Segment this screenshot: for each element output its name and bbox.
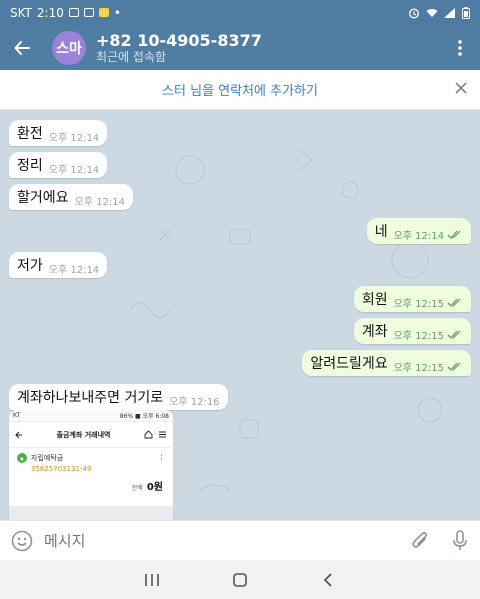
chat-header: 스마 +82 10-4905-8377 최근에 접속함: [0, 25, 480, 70]
message-time: 오후 12:15: [393, 330, 444, 342]
message-bubble-incoming[interactable]: 정리 오후 12:14: [9, 152, 108, 178]
double-check-icon: [447, 330, 461, 339]
message-text: 정리: [17, 158, 43, 174]
message-bubble-outgoing[interactable]: 알려드릴게요 오후 12:15: [302, 350, 471, 376]
chat-title-block[interactable]: +82 10-4905-8377 최근에 접속함: [96, 31, 262, 65]
system-navigation-bar: [0, 560, 480, 599]
message-bubble-incoming[interactable]: 환전 오후 12:14: [9, 120, 108, 146]
chat-title: +82 10-4905-8377: [96, 30, 262, 50]
message-time: 오후 12:14: [48, 132, 100, 144]
shared-image-title: 출금계좌 거래내역: [56, 430, 111, 439]
shared-image-balance: 잔액 0원: [9, 478, 173, 493]
account-name: 자립예탁금: [31, 454, 64, 462]
shared-image-lower-section: [9, 506, 173, 520]
message-text: 회원: [361, 292, 388, 308]
message-text: 계좌: [361, 324, 388, 340]
wifi-icon: [426, 8, 438, 17]
shared-image-message[interactable]: KT 86% ■ 오후 6:08 출금계좌 거래내역 ● 자립예탁금 ⋮ 356…: [9, 410, 173, 520]
recent-apps-button[interactable]: [132, 565, 172, 595]
message-time: 오후 12:14: [48, 164, 100, 176]
message-text: 네: [374, 224, 388, 240]
last-seen-status: 최근에 접속함: [96, 49, 167, 64]
message-bubble-incoming[interactable]: 계좌하나보내주면 거기로 오후 12:16: [9, 384, 228, 410]
home-button[interactable]: [220, 565, 260, 595]
vertical-dots-icon: [458, 39, 462, 56]
clock: 2:10: [36, 5, 64, 20]
kakao-notification-icon: [98, 8, 109, 17]
microphone-icon: [453, 529, 467, 550]
battery-icon: [462, 6, 470, 19]
message-bubble-outgoing[interactable]: 계좌 오후 12:15: [353, 318, 471, 344]
home-icon: [144, 430, 153, 439]
message-time: 오후 12:14: [48, 264, 100, 276]
attach-button[interactable]: [400, 530, 440, 552]
shared-image-header: 출금계좌 거래내역: [9, 422, 173, 448]
alarm-icon: [409, 8, 419, 18]
voice-record-button[interactable]: [440, 529, 480, 552]
arrow-left-icon: [14, 40, 30, 55]
add-contact-banner[interactable]: 스터 님을 연락처에 추가하기: [0, 70, 480, 110]
message-time: 오후 12:16: [169, 396, 220, 408]
back-button[interactable]: [0, 25, 44, 70]
close-icon: [455, 82, 467, 94]
double-check-icon: [447, 230, 461, 239]
more-notifications-dot: •: [113, 5, 121, 20]
double-check-icon: [447, 362, 461, 371]
chevron-left-icon: [323, 572, 332, 587]
shared-image-account: ● 자립예탁금 ⋮ 35625703131-49: [9, 448, 173, 478]
emoji-button[interactable]: [0, 530, 44, 552]
shared-image-clock: 86% ■ 오후 6:08: [119, 413, 169, 420]
add-contact-label[interactable]: 스터 님을 연락처에 추가하기: [162, 80, 318, 99]
message-bubble-outgoing[interactable]: 회원 오후 12:15: [353, 286, 471, 312]
message-text: 계좌하나보내주면 거기로: [17, 390, 164, 406]
home-square-icon: [233, 572, 247, 587]
message-text: 환전: [17, 126, 43, 142]
shared-image-status-bar: KT 86% ■ 오후 6:08: [9, 410, 173, 422]
system-back-button[interactable]: [308, 565, 348, 595]
message-bubble-incoming[interactable]: 할거에요 오후 12:14: [9, 184, 133, 210]
more-dots-icon: ⋮: [158, 454, 165, 462]
message-bubble-outgoing[interactable]: 네 오후 12:14: [366, 218, 471, 244]
message-time: 오후 12:14: [74, 196, 125, 208]
message-list[interactable]: 환전 오후 12:14 정리 오후 12:14 할거에요 오후 12:14 네 …: [0, 110, 480, 520]
balance-label: 잔액: [131, 485, 143, 492]
message-time: 오후 12:14: [393, 230, 444, 242]
avatar[interactable]: 스마: [52, 30, 86, 65]
hamburger-menu-icon: [159, 431, 166, 438]
message-bubble-incoming[interactable]: 저가 오후 12:14: [9, 252, 108, 278]
more-options-button[interactable]: [440, 39, 480, 56]
message-notification-icon: [83, 8, 94, 17]
lte-signal-icon: [444, 7, 455, 18]
message-composer: [0, 520, 480, 560]
message-input[interactable]: [44, 531, 400, 550]
carrier-label: SKT: [10, 5, 32, 20]
message-text: 할거에요: [17, 190, 69, 206]
message-text: 저가: [17, 258, 43, 274]
gallery-notification-icon: [68, 8, 79, 17]
shared-image-carrier: KT: [13, 412, 21, 419]
message-time: 오후 12:15: [393, 362, 444, 374]
arrow-left-icon: [15, 431, 22, 438]
banner-close-button[interactable]: [454, 81, 468, 99]
recent-apps-icon: [145, 573, 159, 586]
double-check-icon: [447, 298, 461, 307]
smiley-icon: [11, 530, 33, 551]
message-text: 알려드릴게요: [310, 356, 388, 372]
paperclip-icon: [412, 531, 427, 548]
status-bar: SKT 2:10 •: [0, 0, 480, 25]
bank-logo-icon: ●: [17, 453, 27, 463]
message-time: 오후 12:15: [393, 298, 444, 310]
account-number: 35625703131-49: [31, 465, 92, 473]
balance-value: 0원: [146, 482, 163, 493]
